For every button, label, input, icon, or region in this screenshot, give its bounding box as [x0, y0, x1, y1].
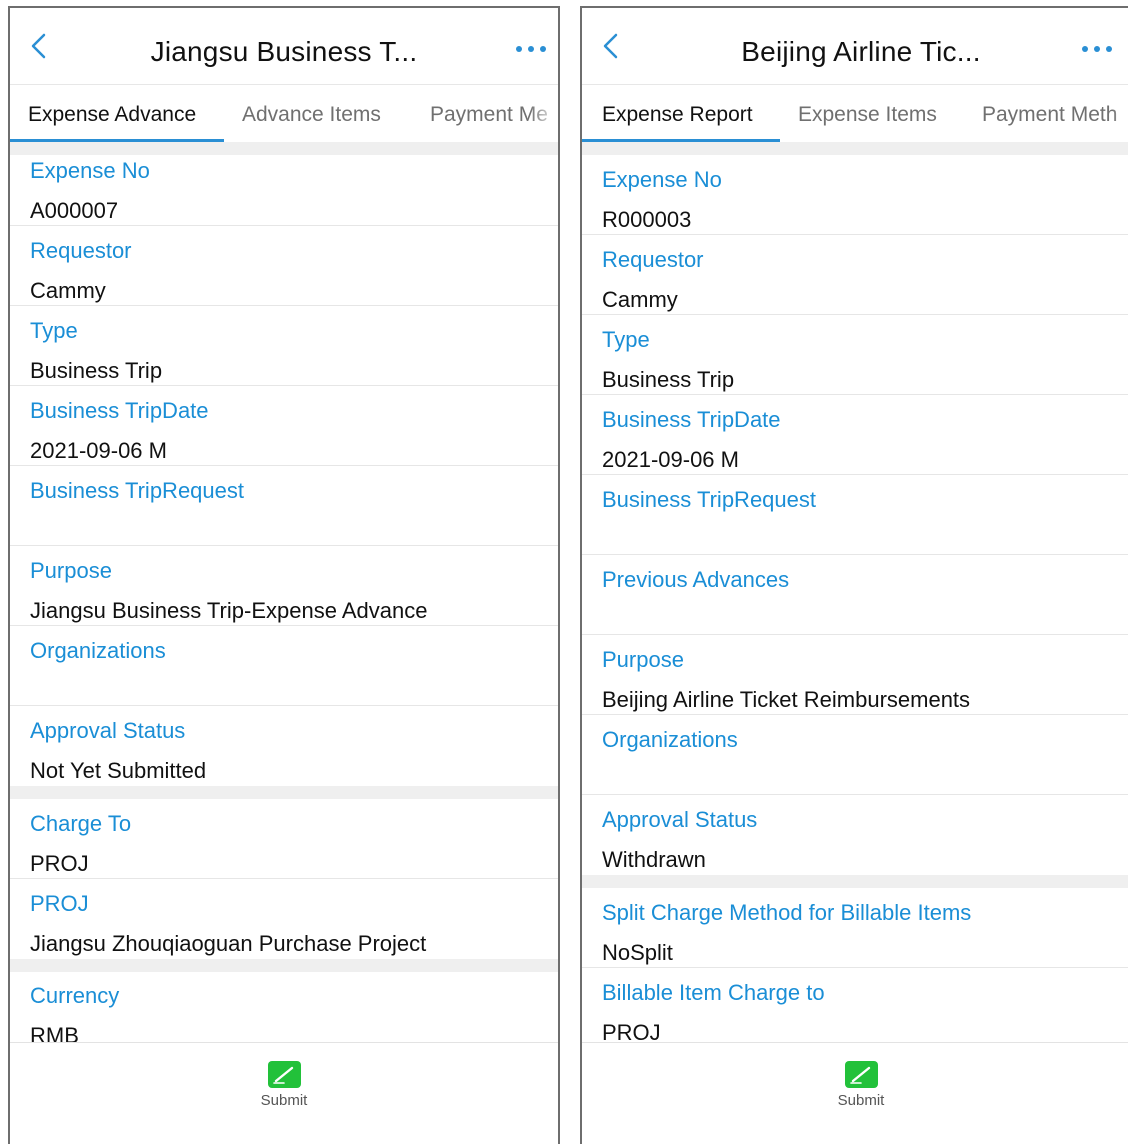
field-label: Requestor	[30, 238, 132, 263]
field-label: Type	[602, 327, 650, 352]
bottom-toolbar: Submit	[582, 1042, 1128, 1144]
left-screen: Jiangsu Business T... Expense Advance Ad…	[8, 6, 560, 1144]
field-label: Expense No	[602, 167, 722, 192]
field-label: Charge To	[30, 811, 132, 836]
page-title: Jiangsu Business T...	[150, 36, 418, 67]
field-purpose: Purpose Beijing Airline Ticket Reimburse…	[582, 635, 1128, 715]
field-value[interactable]: R000003	[602, 207, 691, 233]
field-label: Previous Advances	[602, 567, 790, 592]
tab-expense-advance[interactable]: Expense Advance	[28, 103, 196, 127]
tab-fade	[1112, 85, 1128, 143]
field-label: Organizations	[30, 638, 166, 663]
tab-expense-items[interactable]: Expense Items	[798, 103, 937, 127]
more-dots-icon[interactable]	[514, 44, 548, 54]
section-divider	[582, 142, 1128, 155]
field-organizations: Organizations	[582, 715, 1128, 795]
field-label: Approval Status	[30, 718, 186, 743]
field-label: Type	[30, 318, 78, 343]
field-requestor: Requestor Cammy	[582, 235, 1128, 315]
submit-label: Submit	[837, 1092, 885, 1109]
field-approval-status: Approval Status Withdrawn	[582, 795, 1128, 875]
field-currency: Currency RMB	[10, 971, 558, 1051]
field-organizations: Organizations	[10, 626, 558, 706]
field-label: Business TripRequest	[602, 487, 816, 512]
tab-bar: Expense Report Expense Items Payment Met…	[582, 84, 1128, 143]
field-label: Requestor	[602, 247, 704, 272]
field-label: Business TripDate	[30, 398, 209, 423]
field-value[interactable]: Jiangsu Zhouqiaoguan Purchase Project	[30, 931, 426, 957]
header: Jiangsu Business T...	[10, 8, 558, 84]
field-charge-to: Charge To PROJ	[10, 799, 558, 879]
field-split-charge-method: Split Charge Method for Billable Items N…	[582, 888, 1128, 968]
field-label: Purpose	[30, 558, 112, 583]
field-value[interactable]: Cammy	[30, 278, 106, 304]
field-label: Business TripDate	[602, 407, 781, 432]
field-label: Organizations	[602, 727, 738, 752]
field-value[interactable]: Business Trip	[602, 367, 734, 393]
tab-payment-method[interactable]: Payment Meth	[982, 103, 1117, 127]
chevron-left-icon[interactable]	[28, 32, 50, 60]
submit-pen-icon	[844, 1061, 878, 1088]
field-business-trip-date: Business TripDate 2021-09-06 M	[582, 395, 1128, 475]
header: Beijing Airline Tic...	[582, 8, 1128, 84]
field-business-trip-date: Business TripDate 2021-09-06 M	[10, 386, 558, 466]
field-label: Currency	[30, 983, 120, 1008]
tab-fade	[530, 85, 558, 143]
page-title: Beijing Airline Tic...	[741, 36, 981, 67]
field-approval-status: Approval Status Not Yet Submitted	[10, 706, 558, 786]
chevron-left-icon[interactable]	[600, 32, 622, 60]
field-requestor: Requestor Cammy	[10, 226, 558, 306]
field-value[interactable]: Cammy	[602, 287, 678, 313]
field-previous-advances: Previous Advances	[582, 555, 1128, 635]
field-value[interactable]: PROJ	[30, 851, 89, 877]
field-expense-no: Expense No A000007	[10, 146, 558, 226]
field-billable-item-charge-to: Billable Item Charge to PROJ	[582, 968, 1128, 1048]
field-value[interactable]: Not Yet Submitted	[30, 758, 206, 784]
field-value[interactable]: Withdrawn	[602, 847, 706, 873]
field-label: Purpose	[602, 647, 684, 672]
field-value[interactable]: NoSplit	[602, 940, 673, 966]
submit-button[interactable]: Submit	[821, 1061, 901, 1109]
field-proj: PROJ Jiangsu Zhouqiaoguan Purchase Proje…	[10, 879, 558, 959]
right-screen: Beijing Airline Tic... Expense Report Ex…	[580, 6, 1128, 1144]
tab-expense-report[interactable]: Expense Report	[602, 103, 753, 127]
more-dots-icon[interactable]	[1080, 44, 1114, 54]
field-label: PROJ	[30, 891, 89, 916]
section-divider	[582, 875, 1128, 888]
submit-button[interactable]: Submit	[244, 1061, 324, 1109]
tab-advance-items[interactable]: Advance Items	[242, 103, 381, 127]
field-business-trip-request: Business TripRequest	[582, 475, 1128, 555]
submit-label: Submit	[260, 1092, 308, 1109]
field-business-trip-request: Business TripRequest	[10, 466, 558, 546]
field-value[interactable]: Jiangsu Business Trip-Expense Advance	[30, 598, 427, 624]
field-value[interactable]: A000007	[30, 198, 118, 224]
field-label: Split Charge Method for Billable Items	[602, 900, 972, 925]
field-purpose: Purpose Jiangsu Business Trip-Expense Ad…	[10, 546, 558, 626]
field-label: Approval Status	[602, 807, 758, 832]
field-value[interactable]: 2021-09-06 M	[602, 447, 739, 473]
tab-bar: Expense Advance Advance Items Payment Me	[10, 84, 558, 143]
field-label: Business TripRequest	[30, 478, 244, 503]
submit-pen-icon	[267, 1061, 301, 1088]
field-value[interactable]: Beijing Airline Ticket Reimbursements	[602, 687, 970, 713]
bottom-toolbar: Submit	[10, 1042, 558, 1144]
field-expense-no: Expense No R000003	[582, 155, 1128, 235]
field-value[interactable]: Business Trip	[30, 358, 162, 384]
field-value[interactable]: 2021-09-06 M	[30, 438, 167, 464]
field-label: Billable Item Charge to	[602, 980, 825, 1005]
section-divider	[10, 786, 558, 799]
field-label: Expense No	[30, 158, 150, 183]
field-type: Type Business Trip	[10, 306, 558, 386]
field-type: Type Business Trip	[582, 315, 1128, 395]
